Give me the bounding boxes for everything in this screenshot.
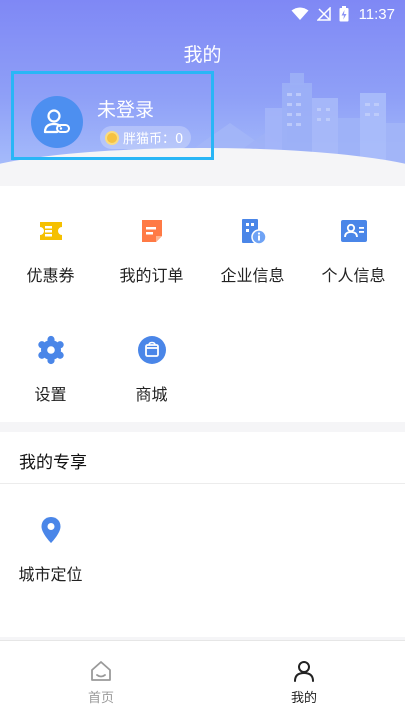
status-time: 11:37 [358, 5, 395, 23]
avatar[interactable] [31, 96, 83, 148]
mall-icon [137, 336, 166, 364]
company-info-icon [241, 219, 267, 245]
menu-item-label: 商城 [135, 385, 168, 404]
user-icon [43, 109, 70, 134]
battery-charging-icon [339, 6, 349, 22]
menu-item-label: 个人信息 [321, 266, 386, 285]
tab-mine[interactable]: 我的 [254, 659, 354, 706]
status-bar: 11:37 [0, 0, 405, 28]
no-signal-icon [316, 7, 331, 21]
home-icon [91, 661, 111, 681]
city-location-item[interactable]: 城市定位 [0, 515, 101, 585]
menu-item-orders[interactable]: 我的订单 [101, 216, 202, 286]
user-icon [294, 661, 314, 682]
section-title: 我的专享 [19, 453, 87, 473]
menu-grid: 优惠券 我的订单 企业信息 个人信息 设置 商城 [0, 186, 405, 422]
settings-icon [37, 335, 64, 365]
menu-item-coupon[interactable]: 优惠券 [0, 216, 101, 286]
coupon-icon [39, 222, 62, 240]
menu-item-personal-info[interactable]: 个人信息 [303, 216, 404, 286]
tab-label: 首页 [87, 691, 114, 706]
city-location-label: 城市定位 [18, 565, 83, 584]
menu-item-settings[interactable]: 设置 [0, 335, 101, 405]
exclusive-section: 我的专享 城市定位 [0, 432, 405, 637]
personal-info-icon [340, 220, 367, 242]
tab-label: 我的 [290, 691, 317, 706]
menu-item-label: 我的订单 [119, 266, 184, 285]
profile-login-area[interactable]: 未登录 胖猫币：0 [11, 71, 214, 160]
menu-item-company-info[interactable]: 企业信息 [202, 216, 303, 286]
menu-item-label: 设置 [34, 385, 67, 404]
coin-icon [105, 130, 119, 145]
login-status[interactable]: 未登录 [97, 95, 154, 122]
menu-item-label: 优惠券 [26, 266, 75, 285]
wifi-icon [291, 7, 309, 20]
coin-badge: 胖猫币：0 [100, 126, 192, 149]
divider [0, 483, 405, 484]
tab-home[interactable]: 首页 [51, 659, 151, 706]
location-pin-icon [41, 517, 60, 543]
order-icon [141, 220, 162, 242]
bottom-tab-bar: 首页 我的 [0, 640, 405, 720]
menu-item-label: 企业信息 [220, 266, 285, 285]
menu-item-mall[interactable]: 商城 [101, 335, 202, 405]
page-title: 我的 [183, 44, 222, 66]
coin-label: 胖猫币：0 [123, 132, 184, 147]
